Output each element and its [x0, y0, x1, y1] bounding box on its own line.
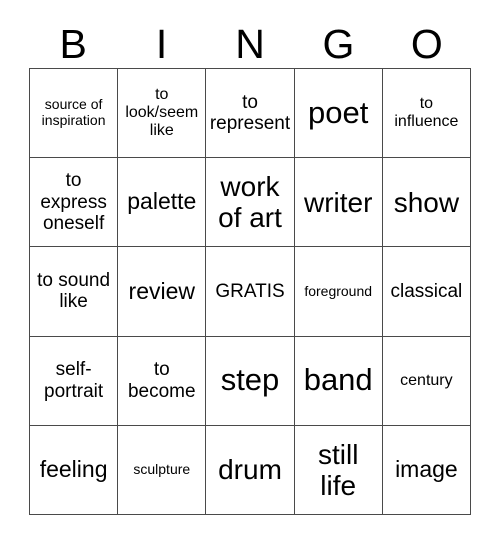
bingo-cell-label: show [393, 186, 460, 218]
bingo-cell-label: sculpture [133, 461, 191, 478]
bingo-cell-label: to become [127, 359, 196, 402]
bingo-cell-o1[interactable]: to influence [382, 69, 471, 159]
bingo-cell-label: to look/seem like [125, 86, 199, 140]
bingo-cell-label: foreground [304, 282, 373, 299]
bingo-cell-i1[interactable]: to look/seem like [118, 69, 207, 159]
bingo-cell-label: source of inspiration [41, 96, 106, 129]
bingo-cell-o3[interactable]: classical [382, 247, 471, 337]
bingo-cell-i3[interactable]: review [118, 247, 207, 337]
bingo-header-letter-n: N [235, 21, 265, 67]
bingo-cell-label: still life [317, 438, 359, 501]
bingo-cell-label: GRATIS [215, 280, 285, 302]
bingo-cell-n4[interactable]: step [206, 336, 295, 426]
bingo-cell-label: review [128, 277, 196, 304]
bingo-cell-label: palette [127, 188, 197, 215]
bingo-header-letter-b: B [59, 21, 87, 67]
bingo-cell-label: to represent [209, 91, 291, 135]
bingo-cell-g3[interactable]: foreground [294, 247, 383, 337]
bingo-cell-label: to influence [394, 95, 459, 131]
bingo-cell-b2[interactable]: to express oneself [30, 158, 119, 248]
bingo-cell-b4[interactable]: self-portrait [30, 336, 119, 426]
bingo-cell-label: drum [218, 454, 282, 486]
bingo-cell-label: to express oneself [40, 170, 107, 234]
bingo-cell-b5[interactable]: feeling [30, 425, 119, 515]
bingo-header-letter-o: O [410, 21, 443, 67]
bingo-cell-o5[interactable]: image [382, 425, 471, 515]
bingo-cell-label: band [303, 362, 373, 398]
bingo-cell-label: step [220, 362, 280, 398]
bingo-cell-g1[interactable]: poet [294, 69, 383, 159]
bingo-cell-i5[interactable]: sculpture [118, 425, 207, 515]
bingo-cell-o2[interactable]: show [382, 158, 471, 248]
bingo-cell-g2[interactable]: writer [294, 158, 383, 248]
bingo-cell-g4[interactable]: band [294, 336, 383, 426]
bingo-cell-label: century [400, 371, 453, 389]
bingo-card: B I N G O source of inspiration to look/… [0, 0, 500, 544]
bingo-cell-label: feeling [39, 456, 108, 483]
bingo-cell-label: classical [390, 280, 463, 302]
bingo-cell-o4[interactable]: century [382, 336, 471, 426]
bingo-header-letter-g: G [322, 21, 355, 67]
bingo-cell-label: poet [308, 94, 369, 130]
bingo-cell-b3[interactable]: to sound like [30, 247, 119, 337]
bingo-cell-b1[interactable]: source of inspiration [30, 69, 119, 159]
bingo-cell-label: work of art [218, 170, 282, 234]
bingo-cell-label: image [395, 456, 458, 483]
bingo-cell-label: self-portrait [44, 359, 104, 402]
bingo-cell-i4[interactable]: to become [118, 336, 207, 426]
bingo-grid: source of inspiration to look/seem like … [29, 68, 471, 515]
bingo-cell-n1[interactable]: to represent [206, 69, 295, 159]
bingo-cell-n3[interactable]: GRATIS [206, 247, 295, 337]
bingo-cell-g5[interactable]: still life [294, 425, 383, 515]
bingo-cell-i2[interactable]: palette [118, 158, 207, 248]
bingo-cell-n5[interactable]: drum [206, 425, 295, 515]
bingo-cell-label: writer [303, 186, 373, 218]
bingo-header-row: B I N G O [29, 22, 471, 67]
bingo-cell-label: to sound like [37, 270, 111, 313]
bingo-cell-n2[interactable]: work of art [206, 158, 295, 248]
bingo-header-letter-i: I [155, 21, 168, 67]
